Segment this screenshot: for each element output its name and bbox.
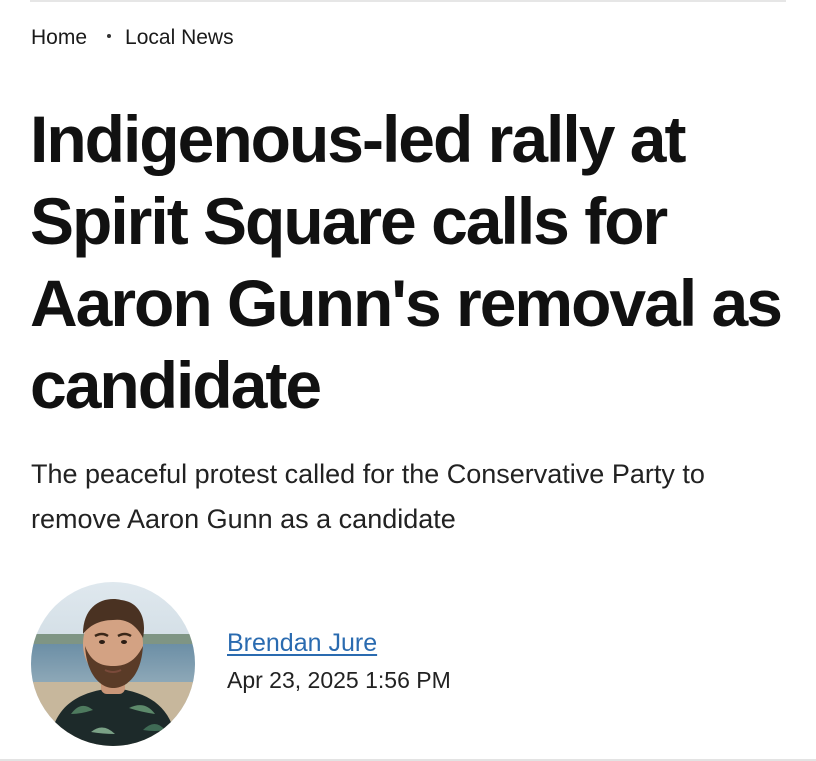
author-name-link[interactable]: Brendan Jure (227, 626, 451, 660)
author-avatar[interactable] (31, 582, 195, 746)
top-divider (30, 0, 786, 2)
breadcrumb: Home Local News (31, 26, 234, 50)
breadcrumb-separator-icon (107, 34, 112, 38)
breadcrumb-section-link[interactable]: Local News (125, 26, 234, 50)
breadcrumb-home-link[interactable]: Home (31, 26, 87, 50)
article-subheadline: The peaceful protest called for the Cons… (31, 459, 705, 534)
author-photo-icon (31, 582, 195, 746)
byline: Brendan Jure Apr 23, 2025 1:56 PM (227, 626, 451, 696)
article-headline: Indigenous-led rally at Spirit Square ca… (30, 102, 783, 422)
publish-timestamp: Apr 23, 2025 1:56 PM (227, 667, 451, 693)
